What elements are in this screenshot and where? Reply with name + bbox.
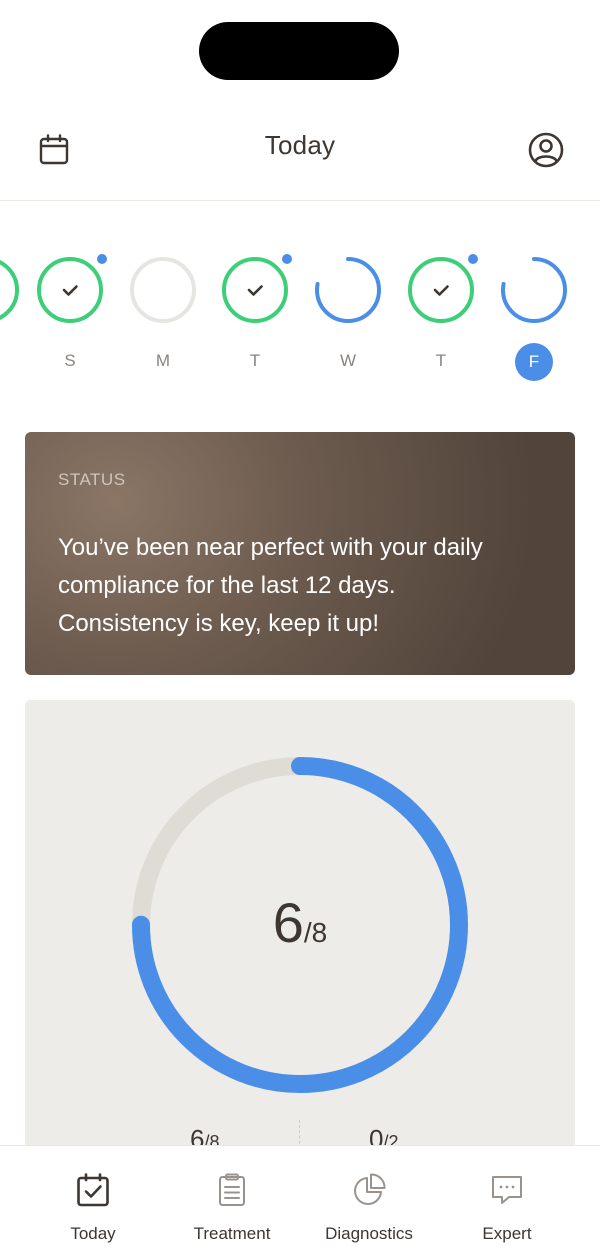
day-letter: W (339, 351, 357, 370)
day-letter: T (435, 351, 447, 370)
calendar-check-icon (77, 1173, 109, 1207)
status-message: You’ve been near perfect with your daily… (58, 534, 483, 637)
top-header: Today (0, 100, 600, 201)
tab-expert[interactable]: Expert (437, 1146, 577, 1256)
week-strip: SMTWTF (0, 250, 600, 390)
tab-treatment[interactable]: Treatment (162, 1146, 302, 1256)
day-ring (0, 260, 19, 320)
tab-today[interactable]: Today (23, 1146, 163, 1256)
chat-bubble-icon (492, 1176, 522, 1204)
phone-screen: Today S M T W T F STATUS You’ve been near per… (0, 0, 600, 1256)
day-letter: S (64, 351, 76, 370)
day-letter-selected: F (515, 343, 553, 381)
dynamic-island (199, 22, 399, 80)
day-letter: M (155, 351, 171, 370)
pie-chart-icon (354, 1173, 386, 1205)
day-ring (222, 257, 288, 323)
notification-dot (468, 254, 478, 264)
day-ring (315, 257, 381, 323)
tab-today-label: Today (70, 1224, 116, 1243)
page-title: Today (264, 130, 336, 160)
progress-count: 6/8 (25, 890, 575, 955)
day-ring (130, 257, 196, 323)
clipboard-icon (219, 1173, 245, 1206)
daily-progress-card: 6/8 6/8 0/2 (25, 700, 575, 1180)
day-ring (37, 257, 103, 323)
tab-diagnostics-label: Diagnostics (325, 1224, 413, 1243)
notification-dot (282, 254, 292, 264)
progress-done: 6 (272, 891, 304, 954)
day-ring (501, 257, 567, 323)
tab-treatment-label: Treatment (193, 1224, 271, 1243)
check-icon (433, 285, 449, 296)
check-icon (62, 285, 78, 296)
notification-dot (97, 254, 107, 264)
status-label: STATUS (58, 470, 126, 489)
tab-diagnostics[interactable]: Diagnostics (299, 1146, 439, 1256)
progress-total: /8 (303, 917, 328, 948)
account-icon[interactable] (526, 130, 566, 170)
day-ring (408, 257, 474, 323)
check-icon (247, 285, 263, 296)
status-card: STATUS You’ve been near perfect with you… (25, 432, 575, 675)
tab-bar: Today Treatment Diagnostics Expert (0, 1145, 600, 1256)
tab-expert-label: Expert (482, 1224, 532, 1243)
day-letter: T (249, 351, 261, 370)
